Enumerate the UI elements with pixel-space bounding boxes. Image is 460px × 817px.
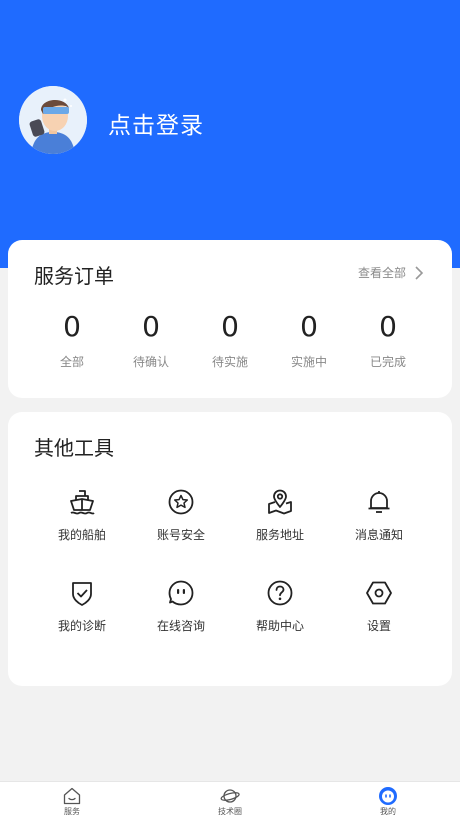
order-stats: 0 全部 0 待确认 0 待实施 0 实施中 0 已完成 bbox=[8, 310, 452, 380]
tool-label: 设置 bbox=[366, 619, 391, 633]
stat-label: 待确认 bbox=[132, 355, 169, 369]
tool-label: 帮助中心 bbox=[255, 619, 304, 633]
bell-icon bbox=[368, 491, 390, 513]
avatar[interactable] bbox=[19, 86, 87, 154]
tab-label: 我的 bbox=[380, 807, 396, 816]
planet-icon bbox=[220, 789, 240, 803]
stat-all[interactable]: 0 全部 bbox=[32, 310, 112, 370]
chat-face-icon bbox=[168, 580, 194, 606]
tool-my-diagnosis[interactable]: 我的诊断 bbox=[37, 579, 127, 634]
view-all-label: 查看全部 bbox=[357, 266, 406, 280]
stat-count: 0 bbox=[63, 310, 81, 343]
tool-label: 我的船舶 bbox=[57, 528, 106, 542]
tool-label: 我的诊断 bbox=[57, 619, 106, 633]
stat-pending-implement[interactable]: 0 待实施 bbox=[190, 310, 270, 370]
tool-service-address[interactable]: 服务地址 bbox=[235, 488, 325, 543]
star-badge-icon bbox=[168, 489, 194, 515]
ship-icon bbox=[70, 490, 95, 515]
tool-label: 账号安全 bbox=[156, 528, 205, 542]
bottom-tab-bar: 服务 技术圈 我的 bbox=[0, 781, 460, 817]
service-orders-title: 服务订单 bbox=[34, 264, 114, 288]
profile-header: 点击登录 bbox=[0, 0, 460, 268]
shield-check-icon bbox=[72, 582, 92, 606]
stat-label: 已完成 bbox=[369, 355, 406, 369]
stat-count: 0 bbox=[300, 310, 318, 343]
stat-label: 实施中 bbox=[290, 355, 327, 369]
stat-count: 0 bbox=[221, 310, 239, 343]
stat-pending-confirm[interactable]: 0 待确认 bbox=[111, 310, 191, 370]
other-tools-card: 其他工具 我的船舶 账号安全 服务地址 消息通知 我的诊断 在线咨询 帮助中心 … bbox=[8, 412, 452, 686]
tab-label: 服务 bbox=[64, 807, 80, 816]
tool-help-center[interactable]: 帮助中心 bbox=[235, 579, 325, 634]
tool-my-ships[interactable]: 我的船舶 bbox=[37, 488, 127, 543]
profile-face-icon bbox=[379, 787, 397, 805]
tool-notifications[interactable]: 消息通知 bbox=[334, 488, 424, 543]
login-link[interactable]: 点击登录 bbox=[108, 106, 204, 140]
stat-completed[interactable]: 0 已完成 bbox=[348, 310, 428, 370]
stat-label: 待实施 bbox=[211, 355, 248, 369]
tab-service[interactable]: 服务 bbox=[42, 786, 102, 817]
hex-settings-icon bbox=[366, 581, 392, 605]
view-all-orders-link[interactable]: 查看全部 bbox=[358, 264, 424, 281]
stat-in-progress[interactable]: 0 实施中 bbox=[269, 310, 349, 370]
home-icon bbox=[63, 787, 81, 805]
stat-label: 全部 bbox=[59, 355, 84, 369]
other-tools-title: 其他工具 bbox=[34, 436, 114, 460]
tab-mine[interactable]: 我的 bbox=[358, 786, 418, 817]
tool-label: 在线咨询 bbox=[156, 619, 205, 633]
tab-tech-circle[interactable]: 技术圈 bbox=[200, 786, 260, 817]
tool-label: 服务地址 bbox=[255, 528, 304, 542]
tool-settings[interactable]: 设置 bbox=[334, 579, 424, 634]
service-orders-card: 服务订单 查看全部 0 全部 0 待确认 0 待实施 0 实施中 0 已完成 bbox=[8, 240, 452, 398]
avatar-illustration-icon bbox=[19, 86, 87, 154]
stat-count: 0 bbox=[142, 310, 160, 343]
tool-account-security[interactable]: 账号安全 bbox=[136, 488, 226, 543]
tool-label: 消息通知 bbox=[354, 528, 403, 542]
map-pin-icon bbox=[268, 489, 292, 515]
help-circle-icon bbox=[267, 580, 293, 606]
stat-count: 0 bbox=[379, 310, 397, 343]
chevron-right-icon bbox=[415, 265, 424, 280]
tool-online-consult[interactable]: 在线咨询 bbox=[136, 579, 226, 634]
tab-label: 技术圈 bbox=[218, 807, 242, 816]
